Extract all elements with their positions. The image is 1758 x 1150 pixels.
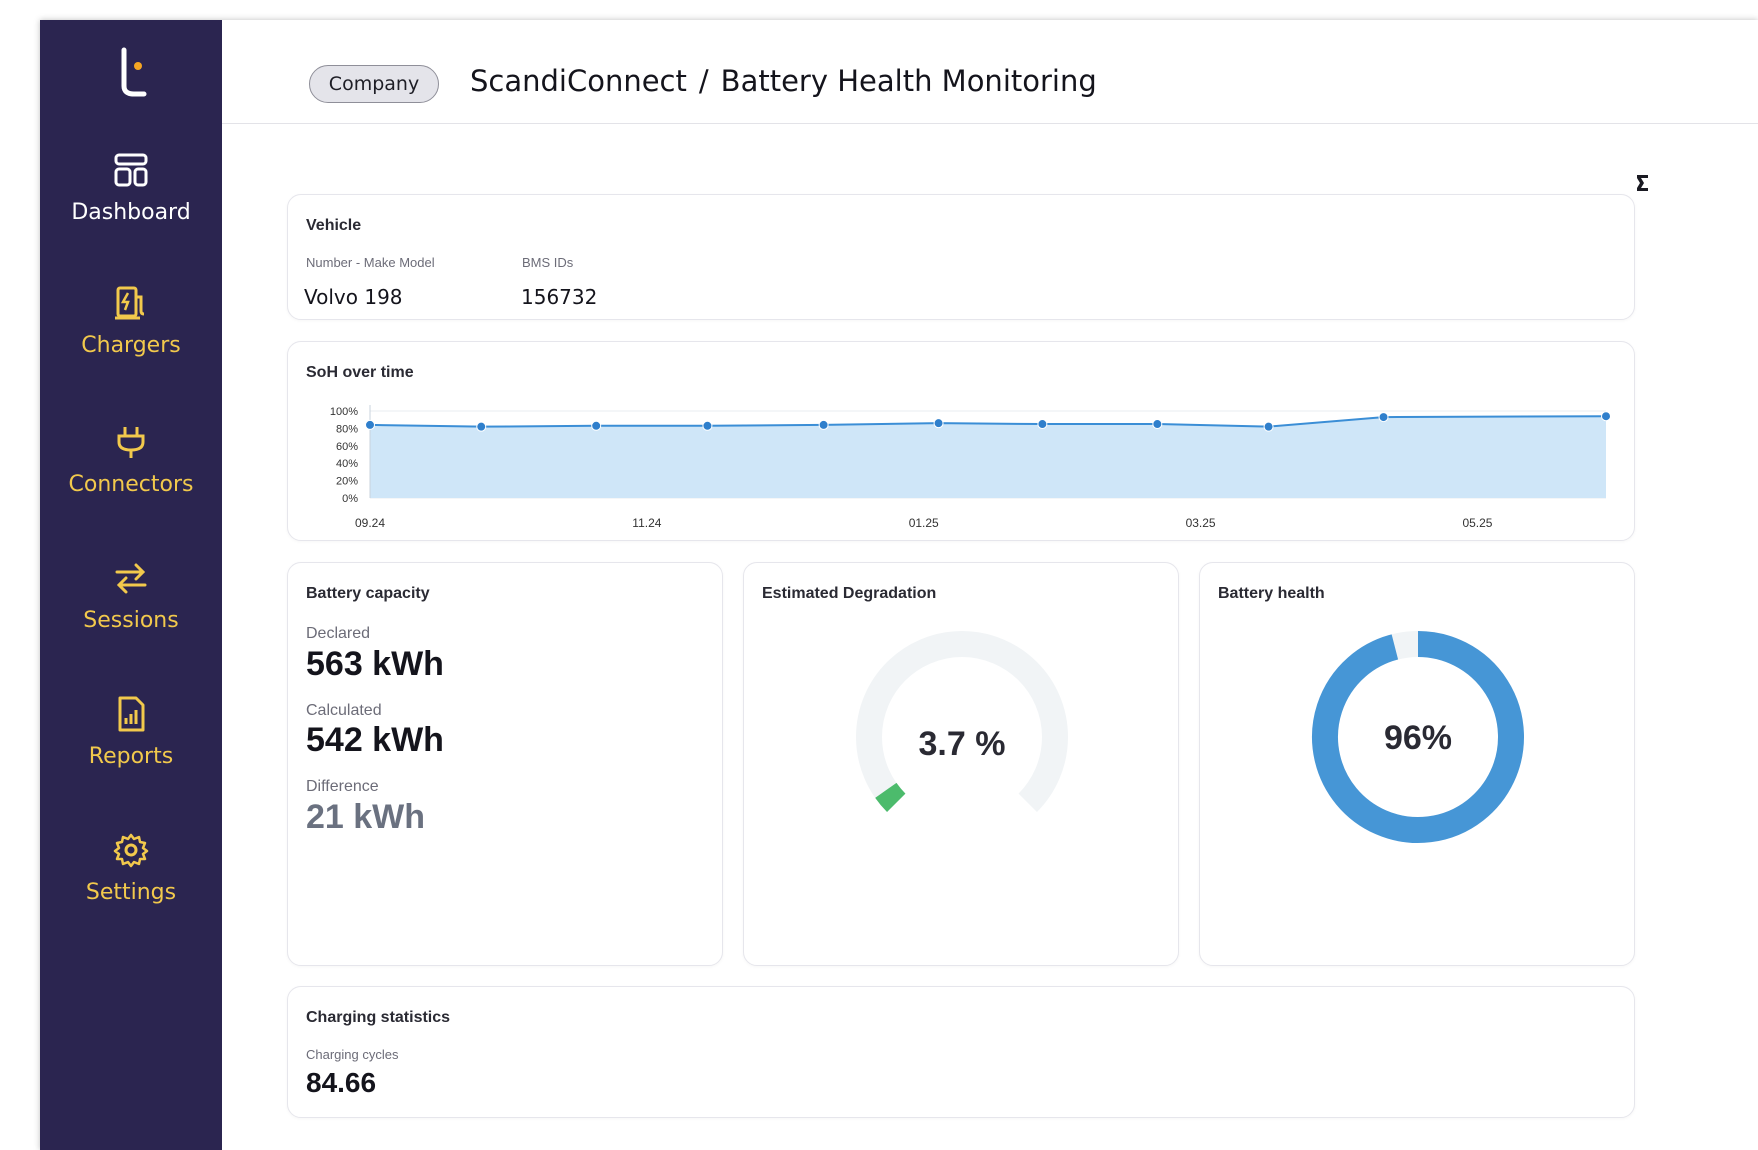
x-tick-label: 11.24 <box>632 516 661 530</box>
difference-label: Difference <box>306 778 379 795</box>
sidebar-item-reports[interactable]: Reports <box>40 694 222 769</box>
number-make-model-value: Volvo 198 <box>304 285 403 309</box>
x-tick-label: 09.24 <box>355 516 385 530</box>
y-tick-label: 20% <box>336 476 358 488</box>
degradation-gauge-track <box>856 631 1068 812</box>
soh-point[interactable] <box>1378 412 1389 423</box>
company-button[interactable]: Company <box>309 65 439 103</box>
plug-icon <box>117 427 145 458</box>
soh-point[interactable] <box>365 419 375 430</box>
soh-point[interactable] <box>933 418 944 429</box>
soh-point[interactable] <box>1152 419 1163 430</box>
soh-point[interactable] <box>702 420 713 431</box>
degradation-value: 3.7 % <box>919 725 1006 763</box>
charging-statistics-card: Charging statistics Charging cycles 84.6… <box>287 986 1635 1118</box>
sidebar: Dashboard Chargers Connectors Sessions R… <box>40 20 222 1150</box>
vehicle-card: Vehicle Number - Make Model Volvo 198 BM… <box>287 194 1635 320</box>
y-tick-label: 40% <box>336 458 358 470</box>
sidebar-item-label: Connectors <box>68 472 194 497</box>
sidebar-item-sessions[interactable]: Sessions <box>40 558 222 633</box>
sidebar-item-dashboard[interactable]: Dashboard <box>40 150 222 225</box>
breadcrumb-company[interactable]: ScandiConnect <box>470 64 687 98</box>
sidebar-item-label: Settings <box>85 880 177 905</box>
gear-icon <box>113 833 149 868</box>
sidebar-item-label: Dashboard <box>71 200 191 225</box>
breadcrumb-page: Battery Health Monitoring <box>720 64 1097 98</box>
soh-point[interactable] <box>818 419 829 430</box>
sidebar-item-label: Chargers <box>81 333 181 358</box>
charger-icon <box>115 286 145 320</box>
brand-logo[interactable] <box>104 32 158 102</box>
battery-health-donut: 96% <box>1312 631 1524 843</box>
soh-point[interactable] <box>591 420 602 431</box>
dashboard-icon <box>114 153 148 187</box>
swap-arrows-icon <box>115 563 147 594</box>
soh-chart: 100% 80% 60% 40% 20% 0% 09.24 11.24 01.25 03.25 05… <box>330 405 1611 530</box>
report-icon <box>118 696 145 732</box>
estimated-degradation-card: Estimated Degradation 3.7 % <box>743 562 1179 966</box>
vehicle-card-title: Vehicle <box>306 217 362 234</box>
top-bar: Company ScandiConnect / Battery Health Mon… <box>222 20 1758 124</box>
charging-cycles-value: 84.66 <box>306 1067 377 1098</box>
degradation-gauge: 3.7 % <box>856 631 1068 812</box>
declared-value: 563 kWh <box>306 645 444 683</box>
y-tick-label: 0% <box>342 493 358 505</box>
number-make-model-label: Number - Make Model <box>306 255 435 270</box>
sidebar-item-label: Sessions <box>83 608 179 633</box>
battery-health-card: Battery health 96% <box>1199 562 1635 966</box>
sidebar-item-settings[interactable]: Settings <box>40 830 222 905</box>
y-tick-label: 80% <box>336 423 358 435</box>
breadcrumb-separator: / <box>698 64 709 98</box>
y-tick-label: 60% <box>336 441 358 453</box>
soh-chart-card: SoH over time 100% 80% 60% 40% 20% 0% 09.24 11.… <box>287 341 1635 541</box>
degradation-gauge-fill <box>875 782 906 812</box>
sidebar-item-label: Reports <box>88 744 174 769</box>
bms-ids-label: BMS IDs <box>522 255 574 270</box>
x-tick-label: 03.25 <box>1186 516 1216 530</box>
battery-capacity-title: Battery capacity <box>306 585 430 602</box>
bms-ids-value: 156732 <box>521 285 598 309</box>
calculated-label: Calculated <box>306 702 382 719</box>
soh-point[interactable] <box>1601 411 1611 422</box>
calculated-value: 542 kWh <box>306 721 444 759</box>
x-tick-label: 05.25 <box>1462 516 1492 530</box>
soh-point[interactable] <box>476 421 487 432</box>
x-tick-label: 01.25 <box>909 516 939 530</box>
charging-statistics-title: Charging statistics <box>306 1009 451 1026</box>
export-icon[interactable] <box>1634 172 1652 194</box>
battery-capacity-card: Battery capacity Declared 563 kWh Calcul… <box>287 562 723 966</box>
breadcrumb: ScandiConnect / Battery Health Monitoring <box>470 64 1097 98</box>
soh-point[interactable] <box>1037 419 1048 430</box>
sidebar-item-connectors[interactable]: Connectors <box>40 422 222 497</box>
sidebar-item-chargers[interactable]: Chargers <box>40 283 222 358</box>
difference-value: 21 kWh <box>306 798 426 836</box>
declared-label: Declared <box>306 625 371 642</box>
soh-point[interactable] <box>1263 421 1274 432</box>
soh-area <box>370 416 1606 498</box>
y-tick-label: 100% <box>330 406 358 418</box>
charging-cycles-label: Charging cycles <box>306 1047 399 1062</box>
battery-health-value: 96% <box>1384 719 1452 757</box>
